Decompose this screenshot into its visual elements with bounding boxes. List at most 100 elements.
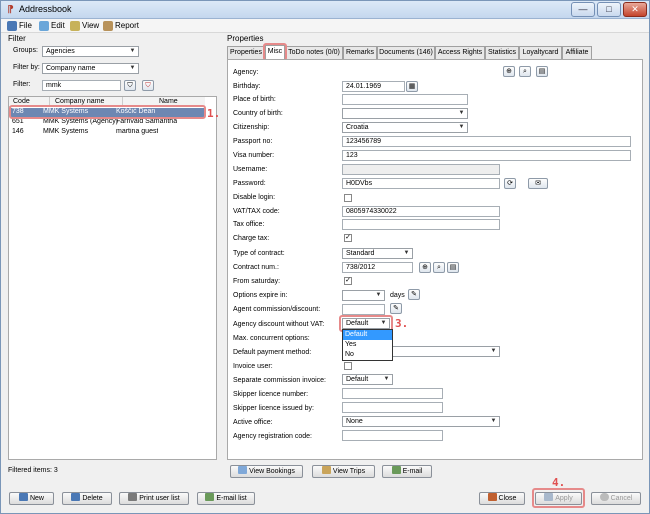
agency-label: Agency: xyxy=(233,69,259,76)
calendar-icon[interactable]: ▦ xyxy=(406,81,418,92)
send-password-icon[interactable]: ✉ xyxy=(528,178,548,189)
chevron-down-icon: ▼ xyxy=(458,110,465,116)
select-agency-icon[interactable]: ⊕ xyxy=(503,66,515,77)
type-of-contract-select[interactable]: Standard ▼ xyxy=(342,248,413,259)
chevron-down-icon: ▼ xyxy=(490,348,497,354)
contract-open-icon[interactable]: ▤ xyxy=(447,262,459,273)
app-icon: ⁋ xyxy=(7,4,14,15)
tab-statistics[interactable]: Statistics xyxy=(485,46,519,59)
skipper-licence-issued-field[interactable] xyxy=(342,402,443,413)
annotation-number-4: 4. xyxy=(552,476,566,489)
skipper-licence-number-label: Skipper licence number: xyxy=(233,391,309,398)
close-window-button[interactable]: ✕ xyxy=(623,2,647,17)
menu-view[interactable]: View xyxy=(70,21,99,32)
tab-remarks[interactable]: Remarks xyxy=(343,46,377,59)
vat-tax-code-field[interactable]: 0805974330022 xyxy=(342,206,500,217)
maximize-button[interactable]: □ xyxy=(597,2,621,17)
chevron-down-icon: ▼ xyxy=(403,250,410,256)
charge-tax-checkbox[interactable]: ✓ xyxy=(344,234,352,242)
annotation-box-4 xyxy=(532,488,585,508)
filter-by-value: Company name xyxy=(46,65,96,72)
filter-clear-icon[interactable]: ⛉ xyxy=(142,80,154,91)
filter-input[interactable]: mmk xyxy=(42,80,121,91)
citizenship-select[interactable]: Croatia ▼ xyxy=(342,122,468,133)
filter-by-select[interactable]: Company name ▼ xyxy=(42,63,139,74)
vat-tax-code-label: VAT/TAX code: xyxy=(233,208,280,215)
minimize-button[interactable]: — xyxy=(571,2,595,17)
delete-button[interactable]: Delete xyxy=(62,492,112,505)
report-icon xyxy=(103,21,113,31)
tab-todo-notes[interactable]: ToDo notes (0/0) xyxy=(285,46,343,59)
tab-affiliate[interactable]: Affiliate xyxy=(562,46,592,59)
tax-office-field[interactable] xyxy=(342,219,500,230)
menu-bar: File Edit View Report xyxy=(1,19,649,33)
birthday-field[interactable]: 24.01.1969 xyxy=(342,81,405,92)
print-icon xyxy=(128,493,138,501)
options-expire-select[interactable]: ▼ xyxy=(342,290,385,301)
clear-agency-icon[interactable]: ▤ xyxy=(536,66,548,77)
agent-commission-label: Agent commission/discount: xyxy=(233,306,321,313)
place-of-birth-field[interactable] xyxy=(342,94,468,105)
contract-search-icon[interactable]: ⌕ xyxy=(433,262,445,273)
chevron-down-icon: ▼ xyxy=(375,292,382,298)
dropdown-option-yes[interactable]: Yes xyxy=(343,340,392,350)
options-expire-edit-icon[interactable]: ✎ xyxy=(408,289,420,300)
contract-add-icon[interactable]: ⊕ xyxy=(419,262,431,273)
visa-number-label: Visa number: xyxy=(233,152,275,159)
view-trips-button[interactable]: View Trips xyxy=(312,465,375,478)
agency-registration-code-field[interactable] xyxy=(342,430,443,441)
cancel-button[interactable]: Cancel xyxy=(591,492,641,505)
annotation-box-1 xyxy=(9,105,206,119)
row-name: Farnvald Samantha xyxy=(116,118,178,125)
max-concurrent-label: Max. concurrent options: xyxy=(233,335,310,342)
file-icon xyxy=(7,21,17,31)
agent-commission-field[interactable] xyxy=(342,304,385,315)
invoice-user-label: Invoice user: xyxy=(233,363,273,370)
dropdown-option-default[interactable]: Default xyxy=(343,330,392,340)
close-button[interactable]: Close xyxy=(479,492,525,505)
passport-no-field[interactable]: 123456789 xyxy=(342,136,631,147)
menu-file[interactable]: File xyxy=(7,21,32,32)
table-row[interactable]: 651 MMK Systems (Agency) Farnvald Samant… xyxy=(10,118,204,127)
menu-edit[interactable]: Edit xyxy=(39,21,65,32)
menu-report[interactable]: Report xyxy=(103,21,139,32)
print-user-list-button[interactable]: Print user list xyxy=(119,492,189,505)
email-icon xyxy=(391,466,401,474)
dropdown-option-no[interactable]: No xyxy=(343,350,392,360)
tax-office-label: Tax office: xyxy=(233,221,265,228)
from-saturday-checkbox[interactable]: ✓ xyxy=(344,277,352,285)
visa-number-field[interactable]: 123 xyxy=(342,150,631,161)
active-office-value: None xyxy=(346,418,363,425)
tab-documents[interactable]: Documents (146) xyxy=(377,46,435,59)
email-list-button[interactable]: E-mail list xyxy=(197,492,255,505)
from-saturday-label: From saturday: xyxy=(233,278,281,285)
agency-discount-dropdown: Default Yes No xyxy=(342,329,393,361)
groups-select[interactable]: Agencies ▼ xyxy=(42,46,139,57)
skipper-licence-number-field[interactable] xyxy=(342,388,443,399)
view-bookings-button[interactable]: View Bookings xyxy=(230,465,303,478)
commission-edit-icon[interactable]: ✎ xyxy=(390,303,402,314)
password-field[interactable]: H0DVbs xyxy=(342,178,500,189)
invoice-user-checkbox[interactable] xyxy=(344,362,352,370)
filter-apply-icon[interactable]: ⛉ xyxy=(124,80,136,91)
close-label: Close xyxy=(498,495,517,502)
chevron-down-icon: ▼ xyxy=(383,376,390,382)
table-row[interactable]: 146 MMK Systems martina guest xyxy=(10,128,204,137)
edit-icon xyxy=(39,21,49,31)
tab-access-rights[interactable]: Access Rights xyxy=(435,46,485,59)
tab-properties[interactable]: Properties xyxy=(227,46,265,59)
passport-no-label: Passport no: xyxy=(233,138,273,145)
generate-password-icon[interactable]: ⟳ xyxy=(504,178,516,189)
separate-commission-select[interactable]: Default ▼ xyxy=(342,374,393,385)
separate-commission-label: Separate commission invoice: xyxy=(233,377,326,384)
tab-loyaltycard[interactable]: Loyaltycard xyxy=(519,46,562,59)
disable-login-checkbox[interactable] xyxy=(344,194,352,202)
bookings-icon xyxy=(238,466,248,474)
contract-num-field[interactable]: 738/2012 xyxy=(342,262,413,273)
search-agency-icon[interactable]: ⌕ xyxy=(519,66,531,77)
email-label: E-mail xyxy=(402,468,423,475)
new-button[interactable]: New xyxy=(9,492,54,505)
active-office-select[interactable]: None ▼ xyxy=(342,416,500,427)
email-button[interactable]: E-mail xyxy=(382,465,432,478)
country-of-birth-select[interactable]: ▼ xyxy=(342,108,468,119)
